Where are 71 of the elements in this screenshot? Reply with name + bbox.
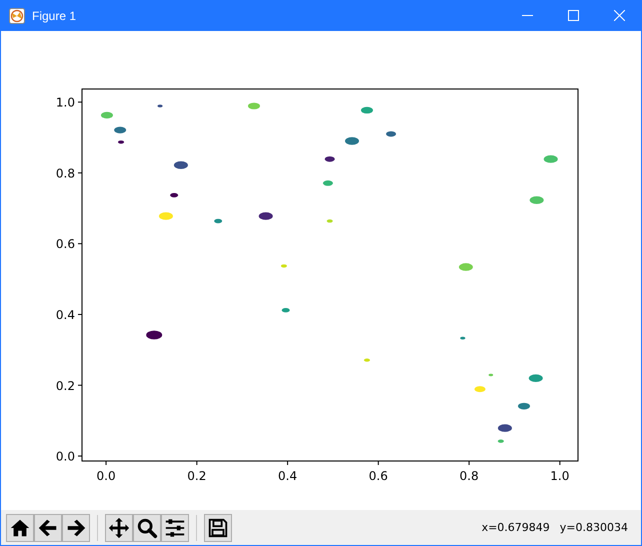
data-point (282, 308, 290, 312)
toolbar-button[interactable] (105, 514, 133, 542)
data-point (158, 212, 173, 220)
tick-label: 0.6 (56, 237, 75, 252)
toolbar-button[interactable] (204, 514, 232, 542)
tick-mark (559, 460, 560, 466)
tick-mark (78, 456, 82, 457)
tick-label: 0.0 (96, 469, 116, 483)
tick-label: 0.4 (56, 308, 75, 322)
move-icon (108, 516, 130, 538)
tick-mark (78, 102, 82, 103)
data-point (488, 374, 494, 376)
data-point (544, 155, 558, 163)
tick-mark (106, 460, 107, 466)
tick-label: 0.2 (56, 378, 75, 393)
data-point (498, 440, 504, 443)
data-point (460, 336, 466, 340)
data-point (498, 424, 512, 432)
data-point (528, 374, 543, 382)
data-point (214, 218, 222, 224)
data-point (474, 386, 486, 392)
window-title: Figure 1 (32, 8, 78, 22)
data-point (174, 161, 188, 169)
cursor-coordinate: x=0.679849 (482, 521, 550, 534)
data-point (258, 212, 273, 220)
data-point (386, 131, 396, 137)
data-point (360, 106, 373, 114)
data-point (248, 102, 260, 110)
maximize-icon (568, 10, 578, 21)
tick-label: 1.0 (56, 96, 75, 110)
tick-mark (378, 460, 379, 466)
cursor-coordinate: y=0.830034 (560, 521, 628, 534)
tick-mark (468, 460, 470, 466)
tick-label: 0.8 (56, 166, 75, 180)
search-icon (136, 516, 158, 538)
tick-label: 0.0 (56, 450, 75, 464)
tick-mark (78, 172, 82, 174)
tick-mark (78, 384, 82, 386)
data-point (100, 112, 113, 118)
data-point (364, 358, 370, 362)
save-icon (207, 516, 229, 538)
tick-mark (78, 314, 82, 315)
tick-mark (196, 460, 198, 466)
data-point (518, 402, 530, 410)
data-point (322, 180, 333, 186)
data-point (458, 263, 473, 271)
tick-mark (287, 460, 288, 466)
toolbar-button[interactable] (133, 514, 161, 542)
data-point (118, 140, 124, 144)
data-point (158, 104, 163, 108)
tick-label: 0.8 (460, 469, 479, 483)
data-point (530, 196, 544, 204)
data-point (114, 126, 126, 134)
tick-label: 1.0 (550, 469, 570, 483)
tick-label: 0.4 (278, 469, 298, 483)
toolbar-button[interactable] (161, 514, 189, 542)
data-point (146, 330, 162, 340)
toolbar-button[interactable] (6, 514, 34, 542)
data-point (345, 137, 359, 145)
data-point (326, 219, 333, 223)
toolbar-button[interactable] (62, 514, 90, 542)
tick-label: 0.2 (187, 469, 206, 483)
app-icon (9, 8, 25, 24)
data-point (170, 192, 178, 198)
toolbar-button[interactable] (34, 514, 62, 542)
close-icon (614, 10, 624, 21)
data-point (324, 156, 335, 162)
sliders-icon (164, 516, 186, 538)
tick-label: 0.6 (368, 469, 388, 483)
tick-mark (78, 243, 82, 244)
data-point (280, 264, 287, 268)
